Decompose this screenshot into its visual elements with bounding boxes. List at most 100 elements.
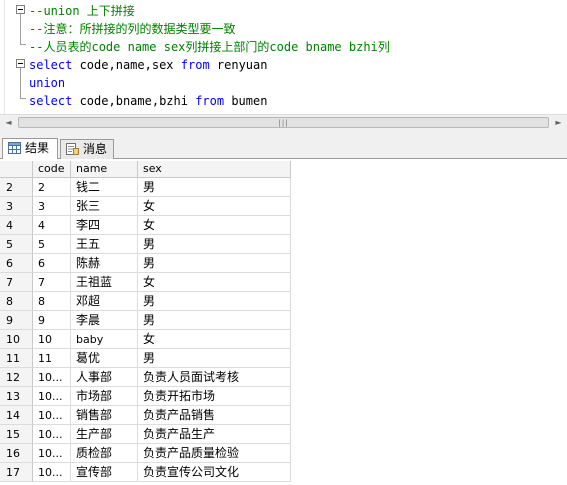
grid-cell-sex[interactable]: 负责开拓市场 <box>138 387 291 406</box>
code-line[interactable]: --注意：所拼接的列的数据类型要一致 <box>29 20 235 38</box>
grid-cell-name[interactable]: 葛优 <box>71 349 138 368</box>
row-number[interactable]: 13 <box>0 387 33 406</box>
row-number[interactable]: 2 <box>0 178 33 197</box>
row-number[interactable]: 17 <box>0 463 33 482</box>
grid-cell-sex[interactable]: 负责产品销售 <box>138 406 291 425</box>
grid-cell-sex[interactable]: 女 <box>138 330 291 349</box>
collapse-comment-block-icon[interactable] <box>16 5 25 14</box>
column-header-code[interactable]: code <box>33 161 71 178</box>
grid-cell-sex[interactable]: 男 <box>138 178 291 197</box>
grid-cell-sex[interactable]: 负责宣传公司文化 <box>138 463 291 482</box>
grid-cell-name[interactable]: 李晨 <box>71 311 138 330</box>
grid-cell-name[interactable]: 宣传部 <box>71 463 138 482</box>
grid-cell-name[interactable]: baby <box>71 330 138 349</box>
tab-results[interactable]: 结果 <box>2 138 58 159</box>
row-number[interactable]: 3 <box>0 197 33 216</box>
code-line[interactable]: select code,name,sex from renyuan <box>29 56 267 74</box>
sql-comment: 列拼接上部门的 <box>185 40 270 54</box>
sql-comment: -- <box>29 40 44 54</box>
grid-cell-sex[interactable]: 负责产品质量检验 <box>138 444 291 463</box>
grid-cell-name[interactable]: 市场部 <box>71 387 138 406</box>
grid-cell-code[interactable]: 10... <box>33 463 71 482</box>
grid-cell-code[interactable]: 2 <box>33 178 71 197</box>
grid-cell-name[interactable]: 邓超 <box>71 292 138 311</box>
sql-comment: --union <box>29 4 87 18</box>
row-number[interactable]: 16 <box>0 444 33 463</box>
grid-cell-code[interactable]: 10... <box>33 387 71 406</box>
grid-cell-code[interactable]: 10 <box>33 330 71 349</box>
fold-guide <box>20 68 21 98</box>
row-number[interactable]: 7 <box>0 273 33 292</box>
scroll-left-arrow-icon[interactable]: ◄ <box>0 115 17 131</box>
scroll-right-arrow-icon[interactable]: ► <box>550 115 567 131</box>
grid-cell-sex[interactable]: 男 <box>138 349 291 368</box>
grid-cell-code[interactable]: 10... <box>33 444 71 463</box>
grid-cell-code[interactable]: 4 <box>33 216 71 235</box>
grid-cell-sex[interactable]: 负责产品生产 <box>138 425 291 444</box>
grid-cell-name[interactable]: 李四 <box>71 216 138 235</box>
grid-cell-name[interactable]: 王祖蓝 <box>71 273 138 292</box>
grid-cell-code[interactable]: 10... <box>33 368 71 387</box>
row-number[interactable]: 11 <box>0 349 33 368</box>
tab-messages[interactable]: 消息 <box>60 139 114 159</box>
grid-cell-code[interactable]: 6 <box>33 254 71 273</box>
sql-identifier: code <box>72 94 109 108</box>
sql-identifier: sex <box>151 58 181 72</box>
results-grid[interactable]: code name sex 2 2 钱二男 3 3 张三女 4 4 李四女 5 5 王五男 6 6 陈赫男 7… <box>0 159 567 485</box>
collapse-select-block-icon[interactable] <box>16 59 25 68</box>
grid-cell-code[interactable]: 8 <box>33 292 71 311</box>
grid-cell-sex[interactable]: 男 <box>138 311 291 330</box>
grid-cell-name[interactable]: 质检部 <box>71 444 138 463</box>
grid-cell-code[interactable]: 7 <box>33 273 71 292</box>
row-number[interactable]: 8 <box>0 292 33 311</box>
sql-keyword: from <box>195 94 225 108</box>
sql-comment: code name sex <box>91 40 186 54</box>
grid-cell-sex[interactable]: 负责人员面试考核 <box>138 368 291 387</box>
sql-editor[interactable]: --union 上下拼接 --注意：所拼接的列的数据类型要一致 --人员表的code… <box>0 0 567 114</box>
column-header-sex[interactable]: sex <box>138 161 291 178</box>
grid-cell-name[interactable]: 张三 <box>71 197 138 216</box>
code-line[interactable]: --union 上下拼接 <box>29 2 135 20</box>
grid-cell-name[interactable]: 生产部 <box>71 425 138 444</box>
sql-query-window: --union 上下拼接 --注意：所拼接的列的数据类型要一致 --人员表的code… <box>0 0 567 485</box>
sql-comment: 列 <box>377 40 390 54</box>
scrollbar-thumb[interactable]: ||| <box>18 117 549 128</box>
row-number[interactable]: 5 <box>0 235 33 254</box>
grid-cell-code[interactable]: 9 <box>33 311 71 330</box>
grid-cell-name[interactable]: 王五 <box>71 235 138 254</box>
sql-identifier: code <box>72 58 109 72</box>
grid-cell-name[interactable]: 钱二 <box>71 178 138 197</box>
sql-comment: 上下拼接 <box>86 4 135 18</box>
grid-cell-sex[interactable]: 女 <box>138 197 291 216</box>
sql-keyword: select <box>29 58 73 72</box>
row-number[interactable]: 9 <box>0 311 33 330</box>
grid-cell-sex[interactable]: 男 <box>138 235 291 254</box>
grid-cell-name[interactable]: 人事部 <box>71 368 138 387</box>
scrollbar-grip-icon: ||| <box>278 119 289 127</box>
code-line[interactable]: select code,bname,bzhi from bumen <box>29 92 267 110</box>
grid-cell-sex[interactable]: 男 <box>138 254 291 273</box>
row-number[interactable]: 10 <box>0 330 33 349</box>
code-line[interactable]: union <box>29 74 65 92</box>
grid-cell-sex[interactable]: 女 <box>138 273 291 292</box>
grid-cell-code[interactable]: 10... <box>33 425 71 444</box>
code-line[interactable]: --人员表的code name sex列拼接上部门的code bname bzh… <box>29 38 390 56</box>
grid-cell-sex[interactable]: 女 <box>138 216 291 235</box>
grid-cell-code[interactable]: 11 <box>33 349 71 368</box>
row-number[interactable]: 6 <box>0 254 33 273</box>
grid-corner-header[interactable] <box>0 161 33 178</box>
grid-cell-code[interactable]: 5 <box>33 235 71 254</box>
row-number[interactable]: 15 <box>0 425 33 444</box>
row-number[interactable]: 12 <box>0 368 33 387</box>
grid-cell-code[interactable]: 3 <box>33 197 71 216</box>
grid-cell-name[interactable]: 销售部 <box>71 406 138 425</box>
column-header-name[interactable]: name <box>71 161 138 178</box>
grid-cell-code[interactable]: 10... <box>33 406 71 425</box>
grid-cell-name[interactable]: 陈赫 <box>71 254 138 273</box>
editor-horizontal-scrollbar[interactable]: ◄ ||| ► <box>0 114 567 131</box>
row-number[interactable]: 14 <box>0 406 33 425</box>
sql-identifier: , <box>144 58 152 72</box>
grid-cell-sex[interactable]: 男 <box>138 292 291 311</box>
tab-messages-label: 消息 <box>83 142 108 156</box>
row-number[interactable]: 4 <box>0 216 33 235</box>
